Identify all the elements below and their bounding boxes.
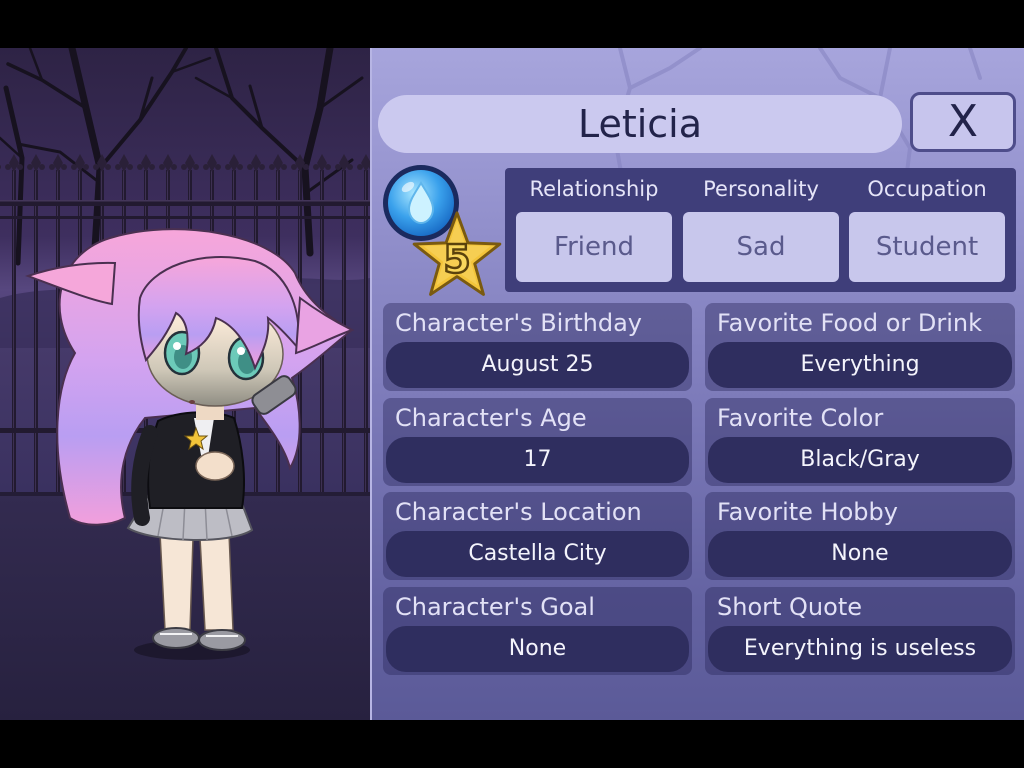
favorite-hobby-field[interactable]: None [708, 531, 1012, 577]
close-icon: X [947, 96, 979, 147]
birthday-card: Character's Birthday August 25 [383, 303, 692, 391]
location-field[interactable]: Castella City [386, 531, 689, 577]
goal-card: Character's Goal None [383, 586, 692, 675]
relationship-column: Relationship Friend [516, 168, 672, 292]
short-quote-label: Short Quote [717, 592, 862, 621]
favorite-food-card: Favorite Food or Drink Everything [705, 303, 1015, 391]
personality-label: Personality [703, 177, 819, 201]
favorite-food-field[interactable]: Everything [708, 342, 1012, 388]
personality-field[interactable]: Sad [683, 212, 839, 282]
star-icon: 5 [412, 211, 502, 296]
age-card: Character's Age 17 [383, 397, 692, 486]
favorite-color-field[interactable]: Black/Gray [708, 436, 1012, 483]
relationship-label: Relationship [529, 177, 659, 201]
occupation-label: Occupation [867, 177, 987, 201]
close-button[interactable]: X [910, 92, 1016, 152]
favorite-food-label: Favorite Food or Drink [717, 309, 983, 337]
scene-illustration [0, 48, 370, 720]
short-quote-field[interactable]: Everything is useless [708, 625, 1012, 672]
favorite-hobby-card: Favorite Hobby None [705, 492, 1015, 580]
location-label: Character's Location [395, 498, 642, 526]
age-field[interactable]: 17 [386, 436, 689, 483]
personality-column: Personality Sad [683, 168, 839, 292]
favorite-color-card: Favorite Color Black/Gray [705, 397, 1015, 486]
age-label: Character's Age [395, 403, 587, 432]
favorite-hobby-label: Favorite Hobby [717, 498, 898, 526]
character-name-field[interactable]: Leticia [378, 95, 902, 153]
location-card: Character's Location Castella City [383, 492, 692, 580]
goal-label: Character's Goal [395, 592, 595, 621]
occupation-field[interactable]: Student [849, 212, 1005, 282]
birthday-label: Character's Birthday [395, 309, 642, 337]
character-scene [0, 48, 370, 720]
summary-box: Relationship Friend Personality Sad Occu… [505, 168, 1016, 292]
relationship-field[interactable]: Friend [516, 212, 672, 282]
occupation-column: Occupation Student [849, 168, 1005, 292]
character-profile-panel: Leticia X 5 Relationship Friend Personal… [370, 48, 1024, 720]
profile-fields-grid: Character's Birthday August 25 Favorite … [383, 303, 1015, 675]
short-quote-card: Short Quote Everything is useless [705, 586, 1015, 675]
birthday-field[interactable]: August 25 [386, 342, 689, 388]
level-number: 5 [443, 238, 470, 283]
goal-field[interactable]: None [386, 625, 689, 672]
favorite-color-label: Favorite Color [717, 403, 884, 432]
